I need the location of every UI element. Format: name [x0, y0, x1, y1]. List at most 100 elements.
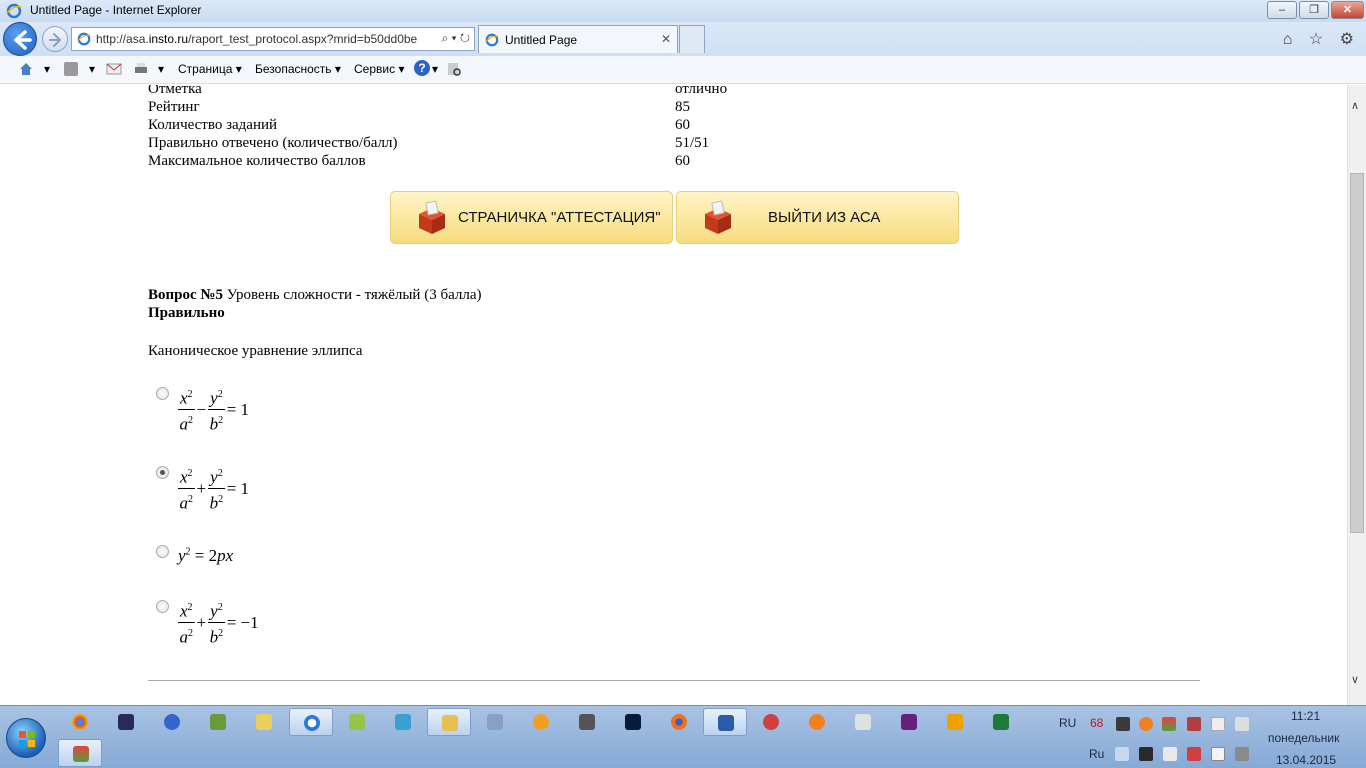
excel-taskbar-icon[interactable]: [979, 708, 1023, 736]
print-dropdown-arrow[interactable]: ▾: [158, 62, 164, 76]
safety-menu[interactable]: Безопасность ▾: [255, 62, 341, 76]
scrollbar-thumb[interactable]: [1350, 173, 1364, 533]
sound-taskbar-icon[interactable]: [473, 708, 517, 736]
doc-tray-icon[interactable]: [1211, 717, 1225, 731]
language-indicator[interactable]: RU: [1059, 716, 1076, 730]
answer-option-4-radio[interactable]: [156, 600, 169, 613]
firefox-taskbar-icon[interactable]: [657, 708, 701, 736]
network-signal-tray-icon[interactable]: [1235, 747, 1249, 761]
speaker-tray-icon[interactable]: [1187, 747, 1201, 761]
chrome-taskbar-icon[interactable]: [58, 708, 102, 736]
attestation-page-button[interactable]: СТРАНИЧКА "АТТЕСТАЦИЯ": [390, 191, 673, 244]
help-icon[interactable]: ?: [414, 60, 430, 76]
safety-menu-label: Безопасность: [255, 62, 332, 76]
window-title: Untitled Page - Internet Explorer: [30, 3, 202, 17]
answer-option-2-radio[interactable]: [156, 466, 169, 479]
start-button[interactable]: [6, 718, 46, 758]
explorer-taskbar-icon[interactable]: [427, 708, 471, 736]
address-bar[interactable]: http://asa.insto.ru/raport_test_protocol…: [71, 27, 475, 51]
f4-denominator-b: b: [209, 627, 219, 647]
clock-time[interactable]: 11:21: [1291, 709, 1320, 723]
tray-badge[interactable]: 68: [1090, 716, 1103, 730]
media-player-taskbar-icon[interactable]: [104, 708, 148, 736]
volume-tray-icon[interactable]: [1115, 747, 1129, 761]
f4-exp: 2: [188, 627, 194, 639]
notes-taskbar-icon[interactable]: [242, 708, 286, 736]
app-triangle-taskbar-icon[interactable]: [519, 708, 563, 736]
feeds-icon[interactable]: [63, 61, 79, 77]
title-bar: Untitled Page - Internet Explorer ‒ ❐ ✕: [0, 0, 1366, 22]
clock-day[interactable]: понедельник: [1268, 731, 1339, 745]
answer-option-3-radio[interactable]: [156, 545, 169, 558]
scroll-up-icon[interactable]: ∧: [1351, 99, 1359, 112]
back-button[interactable]: [3, 22, 37, 56]
answer-option-1-radio[interactable]: [156, 387, 169, 400]
home-dropdown-arrow[interactable]: ▾: [44, 62, 50, 76]
tab-untitled-page[interactable]: Untitled Page ✕: [478, 25, 678, 53]
language-small-indicator[interactable]: Ru: [1089, 747, 1104, 761]
print-icon[interactable]: [133, 61, 149, 77]
photoshop-taskbar-icon[interactable]: [611, 708, 655, 736]
mail-icon[interactable]: [106, 61, 122, 77]
f4-exp: 2: [217, 602, 223, 613]
f2-denominator-b: b: [209, 493, 219, 513]
feeds-dropdown-arrow[interactable]: ▾: [89, 62, 95, 76]
camera-taskbar-icon[interactable]: [565, 708, 609, 736]
stack-app-taskbar-icon[interactable]: [58, 739, 102, 767]
f1-denominator-a: a: [179, 414, 189, 434]
minimize-button[interactable]: ‒: [1267, 1, 1297, 19]
tools-tray-icon[interactable]: [1187, 717, 1201, 731]
tab-ie-icon: [485, 33, 499, 47]
word-taskbar-icon[interactable]: [703, 708, 747, 736]
address-tools[interactable]: ⌕ ▾ ↻: [441, 31, 470, 46]
app-orange-taskbar-icon[interactable]: [795, 708, 839, 736]
question-header: Вопрос №5 Уровень сложности - тяжёлый (3…: [148, 287, 482, 304]
desktop-taskbar-icon[interactable]: [381, 708, 425, 736]
f2-rhs: = 1: [226, 479, 250, 499]
power-tray-icon[interactable]: [1211, 747, 1225, 761]
summary-value-grade: отлично: [675, 85, 728, 97]
research-icon[interactable]: [446, 61, 462, 77]
url-text[interactable]: http://asa.insto.ru/raport_test_protocol…: [96, 32, 417, 46]
answer-option-4-formula: x2 a2 + y2 b2 = −1: [178, 598, 261, 648]
maximize-button[interactable]: ❐: [1299, 1, 1329, 19]
f3-rhs-var: px: [217, 546, 234, 565]
monitor-tray-icon[interactable]: [1139, 747, 1153, 761]
exit-asa-button[interactable]: ВЫЙТИ ИЗ АСА: [676, 191, 959, 244]
service-menu[interactable]: Сервис ▾: [354, 62, 404, 76]
app-tray-icon[interactable]: [1139, 717, 1153, 731]
f1-numerator-y: y: [210, 388, 218, 408]
tab-title: Untitled Page: [505, 33, 578, 47]
flag-tray-icon[interactable]: [1163, 747, 1177, 761]
video-player-taskbar-icon[interactable]: [933, 708, 977, 736]
pen-tray-icon[interactable]: [1235, 717, 1249, 731]
scroll-down-icon[interactable]: ∨: [1351, 673, 1359, 686]
vertical-scrollbar[interactable]: ∧ ∨: [1347, 85, 1366, 705]
clock-date[interactable]: 13.04.2015: [1276, 753, 1336, 767]
stack-tray-icon[interactable]: [1162, 717, 1176, 731]
page-menu[interactable]: Страница ▾: [178, 62, 242, 76]
f1-denominator-b: b: [209, 414, 219, 434]
taskbar: RU 68 Ru 11:21 понедельник 13.04.2015: [0, 705, 1366, 768]
new-tab-button[interactable]: [679, 25, 705, 53]
app-grid-taskbar-icon[interactable]: [841, 708, 885, 736]
home-favorites-settings-icons[interactable]: ⌂ ☆ ⚙: [1283, 29, 1360, 49]
daemon-tools-taskbar-icon[interactable]: [150, 708, 194, 736]
forward-button[interactable]: [42, 26, 68, 52]
home-icon[interactable]: [18, 61, 34, 77]
f1-numerator-x: x: [180, 388, 188, 408]
summary-value-correct: 51/51: [675, 135, 710, 151]
internet-explorer-taskbar-icon[interactable]: [289, 708, 333, 736]
question-difficulty: Уровень сложности - тяжёлый (3 балла): [222, 287, 482, 303]
exit-button-label: ВЫЙТИ ИЗ АСА: [768, 209, 881, 226]
wifi-taskbar-icon[interactable]: [335, 708, 379, 736]
nvidia-tray-icon[interactable]: [1116, 717, 1130, 731]
f1-exp: 2: [188, 414, 194, 426]
close-button[interactable]: ✕: [1331, 1, 1364, 19]
help-dropdown-arrow[interactable]: ▾: [432, 62, 438, 76]
tab-close-icon[interactable]: ✕: [661, 32, 671, 46]
visual-studio-taskbar-icon[interactable]: [887, 708, 931, 736]
chevron-down-icon: ▾: [334, 62, 341, 76]
utility-taskbar-icon[interactable]: [196, 708, 240, 736]
app-red-taskbar-icon[interactable]: [749, 708, 793, 736]
